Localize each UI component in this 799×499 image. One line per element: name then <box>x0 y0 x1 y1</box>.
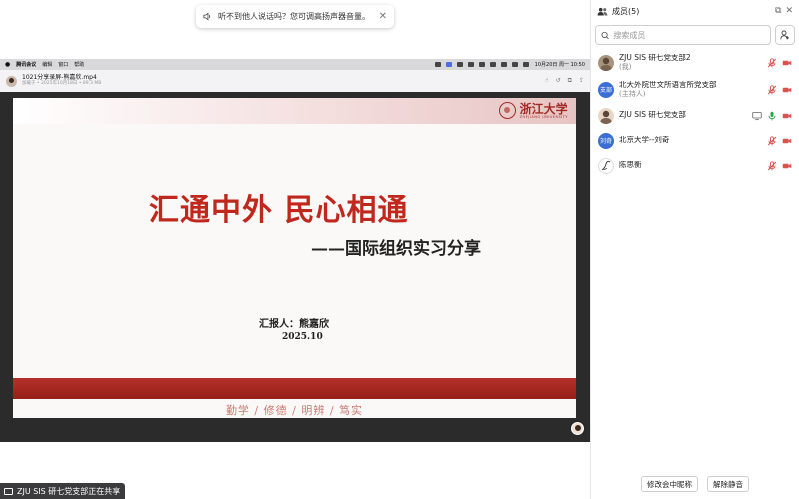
member-row[interactable]: 支部 北大外院世文所语言所党支部 (主持人) <box>591 76 799 103</box>
slide-reporter: 汇报人：熊嘉欣 <box>259 319 329 330</box>
menubar-tray <box>434 62 529 67</box>
mic-muted-icon[interactable] <box>767 160 777 171</box>
avatar <box>6 75 17 87</box>
unmute-button[interactable]: 解除静音 <box>707 476 749 492</box>
camera-off-icon[interactable] <box>782 111 792 121</box>
member-name: ZJU SIS 研七党支部2 <box>619 54 691 63</box>
tray-status-icon <box>489 62 496 67</box>
tray-meeting-icon <box>445 62 452 67</box>
share-icon[interactable]: ⇪ <box>579 77 584 85</box>
member-row[interactable]: ZJU SIS 研七党支部 <box>591 103 799 128</box>
tray-status-icon <box>434 62 441 67</box>
add-user-icon <box>780 30 789 40</box>
slide-title: 汇通中外 民心相通 <box>149 193 409 228</box>
shared-screen-area: 听不到他人说话吗？您可调高扬声器音量。 ✕ ● 腾讯会议 编辑 窗口 帮助 10… <box>0 0 590 499</box>
rename-in-meeting-button[interactable]: 修改会中昵称 <box>641 476 698 492</box>
member-role: (我) <box>619 62 632 71</box>
video-player-header: 1021分享录屏-熊嘉欣.mp4 加载于 • 2025年10月18日 • 89.… <box>0 70 590 92</box>
close-icon[interactable]: ✕ <box>379 11 387 22</box>
member-name: 陈思衡 <box>619 161 642 170</box>
university-logo: 浙江大学 ZHEJIANG UNIVERSITY <box>498 101 568 119</box>
member-role: (主持人) <box>619 89 646 98</box>
presentation-slide: 浙江大学 ZHEJIANG UNIVERSITY 汇通中外 民心相通 ——国际组… <box>13 98 576 418</box>
screen-share-status-text: ZJU SIS 研七党支部正在共享 <box>17 486 121 496</box>
members-panel-header: 成员(5) ⧉ ✕ <box>591 0 799 22</box>
menubar-menu-help: 帮助 <box>74 62 85 68</box>
apple-icon: ● <box>5 61 11 68</box>
member-list: ZJU SIS 研七党支部2 (我) 支部 北大外院世文所语言所党支部 (主持人) ZJU… <box>591 49 799 178</box>
tray-search-icon <box>511 62 518 67</box>
open-external-icon[interactable]: ⧉ <box>568 77 572 85</box>
speaker-hint-toast: 听不到他人说话吗？您可调高扬声器音量。 ✕ <box>196 5 394 28</box>
camera-off-icon[interactable] <box>782 58 792 68</box>
speaker-hint-text: 听不到他人说话吗？您可调高扬声器音量。 <box>218 12 370 21</box>
avatar: 支部 <box>598 81 614 98</box>
speaker-icon <box>203 12 211 21</box>
mic-muted-icon[interactable] <box>767 135 777 146</box>
shared-mac-desktop: ● 腾讯会议 编辑 窗口 帮助 10月20日 周一 10:50 1021分享录屏… <box>0 59 590 442</box>
members-icon <box>597 7 608 16</box>
camera-off-icon[interactable] <box>782 161 792 171</box>
mic-muted-icon[interactable] <box>767 57 777 68</box>
mic-on-icon[interactable] <box>767 111 777 121</box>
pop-out-icon[interactable]: ⧉ <box>775 6 781 16</box>
menubar-menu-window: 窗口 <box>58 62 69 68</box>
menubar-menu-edit: 编辑 <box>42 62 53 68</box>
member-row[interactable]: 陈思衡 <box>591 153 799 178</box>
members-panel-title: 成员(5) <box>612 6 640 16</box>
avatar <box>598 107 614 124</box>
slide-subtitle: ——国际组织实习分享 <box>311 239 481 259</box>
screen-share-icon <box>4 487 13 495</box>
university-name: 浙江大学 <box>519 101 568 116</box>
camera-off-icon[interactable] <box>782 85 792 95</box>
menubar-clock: 10月20日 周一 10:50 <box>534 62 585 68</box>
close-icon[interactable]: ✕ <box>785 6 793 16</box>
member-row[interactable]: 刘奇 北京大学--刘奇 <box>591 128 799 153</box>
video-frame: 浙江大学 ZHEJIANG UNIVERSITY 汇通中外 民心相通 ——国际组… <box>0 92 590 442</box>
screen-share-status: ZJU SIS 研七党支部正在共享 <box>0 483 126 499</box>
member-search-box[interactable] <box>595 25 771 45</box>
tray-wifi-icon <box>500 62 507 67</box>
slide-red-bar <box>13 378 576 399</box>
member-name: ZJU SIS 研七党支部 <box>619 111 686 120</box>
avatar <box>598 54 614 71</box>
menubar-app-name: 腾讯会议 <box>16 62 37 68</box>
tray-status-icon <box>478 62 485 67</box>
member-name: 北大外院世文所语言所党支部 <box>619 81 717 90</box>
members-panel-footer: 修改会中昵称 解除静音 <box>591 476 799 496</box>
invite-member-button[interactable] <box>775 25 795 45</box>
slide-header-band <box>13 98 576 124</box>
gesture-icon[interactable]: ☝ <box>545 77 549 85</box>
slide-motto: 勤学 / 修德 / 明辨 / 笃实 <box>225 404 364 417</box>
avatar <box>598 157 614 174</box>
presenter-avatar <box>571 422 584 435</box>
video-file-info: 加载于 • 2025年10月18日 • 89.3 MB <box>22 80 102 86</box>
member-name: 北京大学--刘奇 <box>619 136 670 145</box>
search-icon <box>601 31 609 39</box>
rotate-icon[interactable]: ↺ <box>556 77 561 85</box>
mac-menubar: ● 腾讯会议 编辑 窗口 帮助 10月20日 周一 10:50 <box>0 59 590 70</box>
avatar: 刘奇 <box>598 132 614 149</box>
slide-date: 2025.10 <box>282 332 323 342</box>
members-panel: 成员(5) ⧉ ✕ ZJU SIS 研七党支部2(我)支部北大外院世文所语言所党… <box>590 0 799 499</box>
university-seal-icon <box>498 102 516 119</box>
tray-control-center-icon <box>522 62 529 67</box>
camera-off-icon[interactable] <box>782 136 792 146</box>
screen-share-icon <box>752 111 762 121</box>
tray-status-icon <box>456 62 463 67</box>
tray-status-icon <box>467 62 474 67</box>
mic-muted-icon[interactable] <box>767 84 777 95</box>
member-search-input[interactable] <box>613 30 765 40</box>
member-row[interactable]: ZJU SIS 研七党支部2 (我) <box>591 49 799 76</box>
university-name-en: ZHEJIANG UNIVERSITY <box>519 114 568 119</box>
